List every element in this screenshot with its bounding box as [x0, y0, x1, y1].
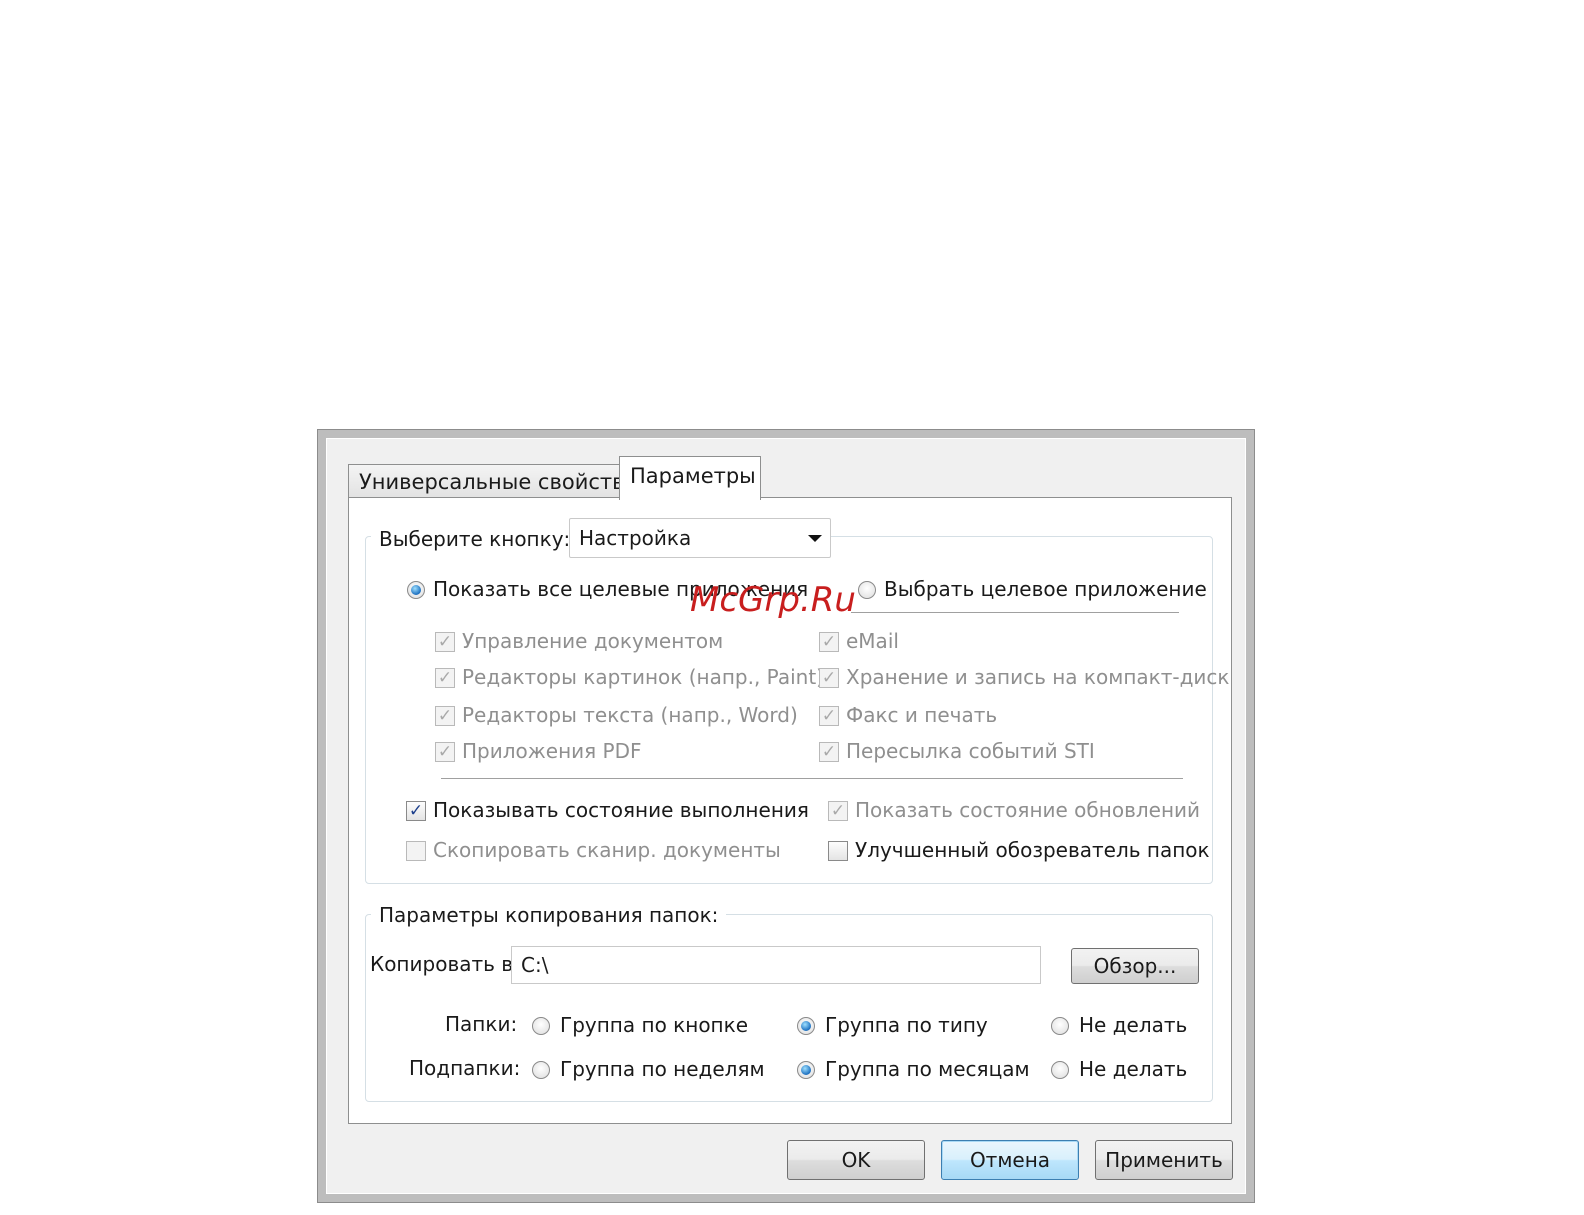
radio-folders-by-button[interactable] — [532, 1017, 550, 1035]
checkbox-copy-scanned-label: Скопировать сканир. документы — [433, 838, 781, 862]
checkbox-text-editors-label: Редакторы текста (напр., Word) — [462, 703, 798, 727]
checkbox-email-label: eMail — [846, 629, 899, 653]
checkbox-image-editors-label: Редакторы картинок (напр., Paint) — [462, 665, 824, 689]
checkbox-pdf-apps[interactable]: ✓ — [435, 742, 455, 762]
radio-subfolders-by-month-label[interactable]: Группа по месяцам — [825, 1057, 1030, 1081]
checkbox-email[interactable]: ✓ — [819, 632, 839, 652]
checkbox-cd-storage-label: Хранение и запись на компакт-диск — [846, 665, 1230, 689]
tab-universal-properties[interactable]: Универсальные свойства — [348, 464, 637, 498]
subfolders-label: Подпапки: — [409, 1056, 521, 1080]
checkbox-show-progress-label[interactable]: Показывать состояние выполнения — [433, 798, 809, 822]
chevron-down-icon — [808, 535, 822, 542]
radio-subfolders-by-week-label[interactable]: Группа по неделям — [560, 1057, 765, 1081]
checkbox-pdf-apps-label: Приложения PDF — [462, 739, 642, 763]
radio-subfolders-by-week[interactable] — [532, 1061, 550, 1079]
radio-folders-none-label[interactable]: Не делать — [1079, 1013, 1187, 1037]
checkbox-text-editors[interactable]: ✓ — [435, 706, 455, 726]
radio-subfolders-none[interactable] — [1051, 1061, 1069, 1079]
radio-show-all-apps[interactable] — [407, 581, 425, 599]
tab-parameters[interactable]: Параметры — [619, 456, 761, 500]
radio-folders-by-button-label[interactable]: Группа по кнопке — [560, 1013, 748, 1037]
checkbox-show-progress[interactable]: ✓ — [406, 801, 426, 821]
ok-button[interactable]: OK — [787, 1140, 925, 1180]
radio-folders-by-type[interactable] — [797, 1017, 815, 1035]
select-button-label: Выберите кнопку: — [371, 527, 579, 551]
browse-button[interactable]: Обзор... — [1071, 948, 1199, 984]
watermark: McGrp.Ru — [690, 580, 856, 620]
checkbox-doc-management[interactable]: ✓ — [435, 632, 455, 652]
cancel-button[interactable]: Отмена — [941, 1140, 1079, 1180]
radio-select-target-app[interactable] — [858, 581, 876, 599]
copy-to-label: Копировать в: — [370, 952, 520, 976]
checkbox-cd-storage[interactable]: ✓ — [819, 668, 839, 688]
apply-button[interactable]: Применить — [1095, 1140, 1233, 1180]
button-select-dropdown[interactable]: Настройка — [569, 518, 831, 558]
radio-folders-by-type-label[interactable]: Группа по типу — [825, 1013, 988, 1037]
copy-to-input[interactable] — [512, 947, 1040, 983]
separator-bottom — [441, 778, 1183, 780]
checkbox-show-updates-label: Показать состояние обновлений — [855, 798, 1201, 822]
folder-copy-legend: Параметры копирования папок: — [371, 903, 727, 927]
radio-subfolders-none-label[interactable]: Не делать — [1079, 1057, 1187, 1081]
checkbox-image-editors[interactable]: ✓ — [435, 668, 455, 688]
checkbox-copy-scanned[interactable] — [406, 841, 426, 861]
checkbox-sti-events-label: Пересылка событий STI — [846, 739, 1095, 763]
copy-to-input-box — [511, 946, 1041, 984]
checkbox-doc-management-label: Управление документом — [462, 629, 724, 653]
radio-folders-none[interactable] — [1051, 1017, 1069, 1035]
checkbox-sti-events[interactable]: ✓ — [819, 742, 839, 762]
radio-select-target-app-label[interactable]: Выбрать целевое приложение — [884, 577, 1207, 601]
separator-top — [851, 612, 1179, 614]
folders-label: Папки: — [445, 1012, 518, 1036]
checkbox-enhanced-folder-browser[interactable] — [828, 841, 848, 861]
button-select-value: Настройка — [579, 526, 692, 550]
checkbox-fax-print-label: Факс и печать — [846, 703, 998, 727]
radio-subfolders-by-month[interactable] — [797, 1061, 815, 1079]
checkbox-enhanced-folder-browser-label[interactable]: Улучшенный обозреватель папок — [855, 838, 1210, 862]
checkbox-fax-print[interactable]: ✓ — [819, 706, 839, 726]
properties-dialog: Универсальные свойства Параметры Выберит… — [318, 430, 1254, 1202]
checkbox-show-updates[interactable]: ✓ — [828, 801, 848, 821]
